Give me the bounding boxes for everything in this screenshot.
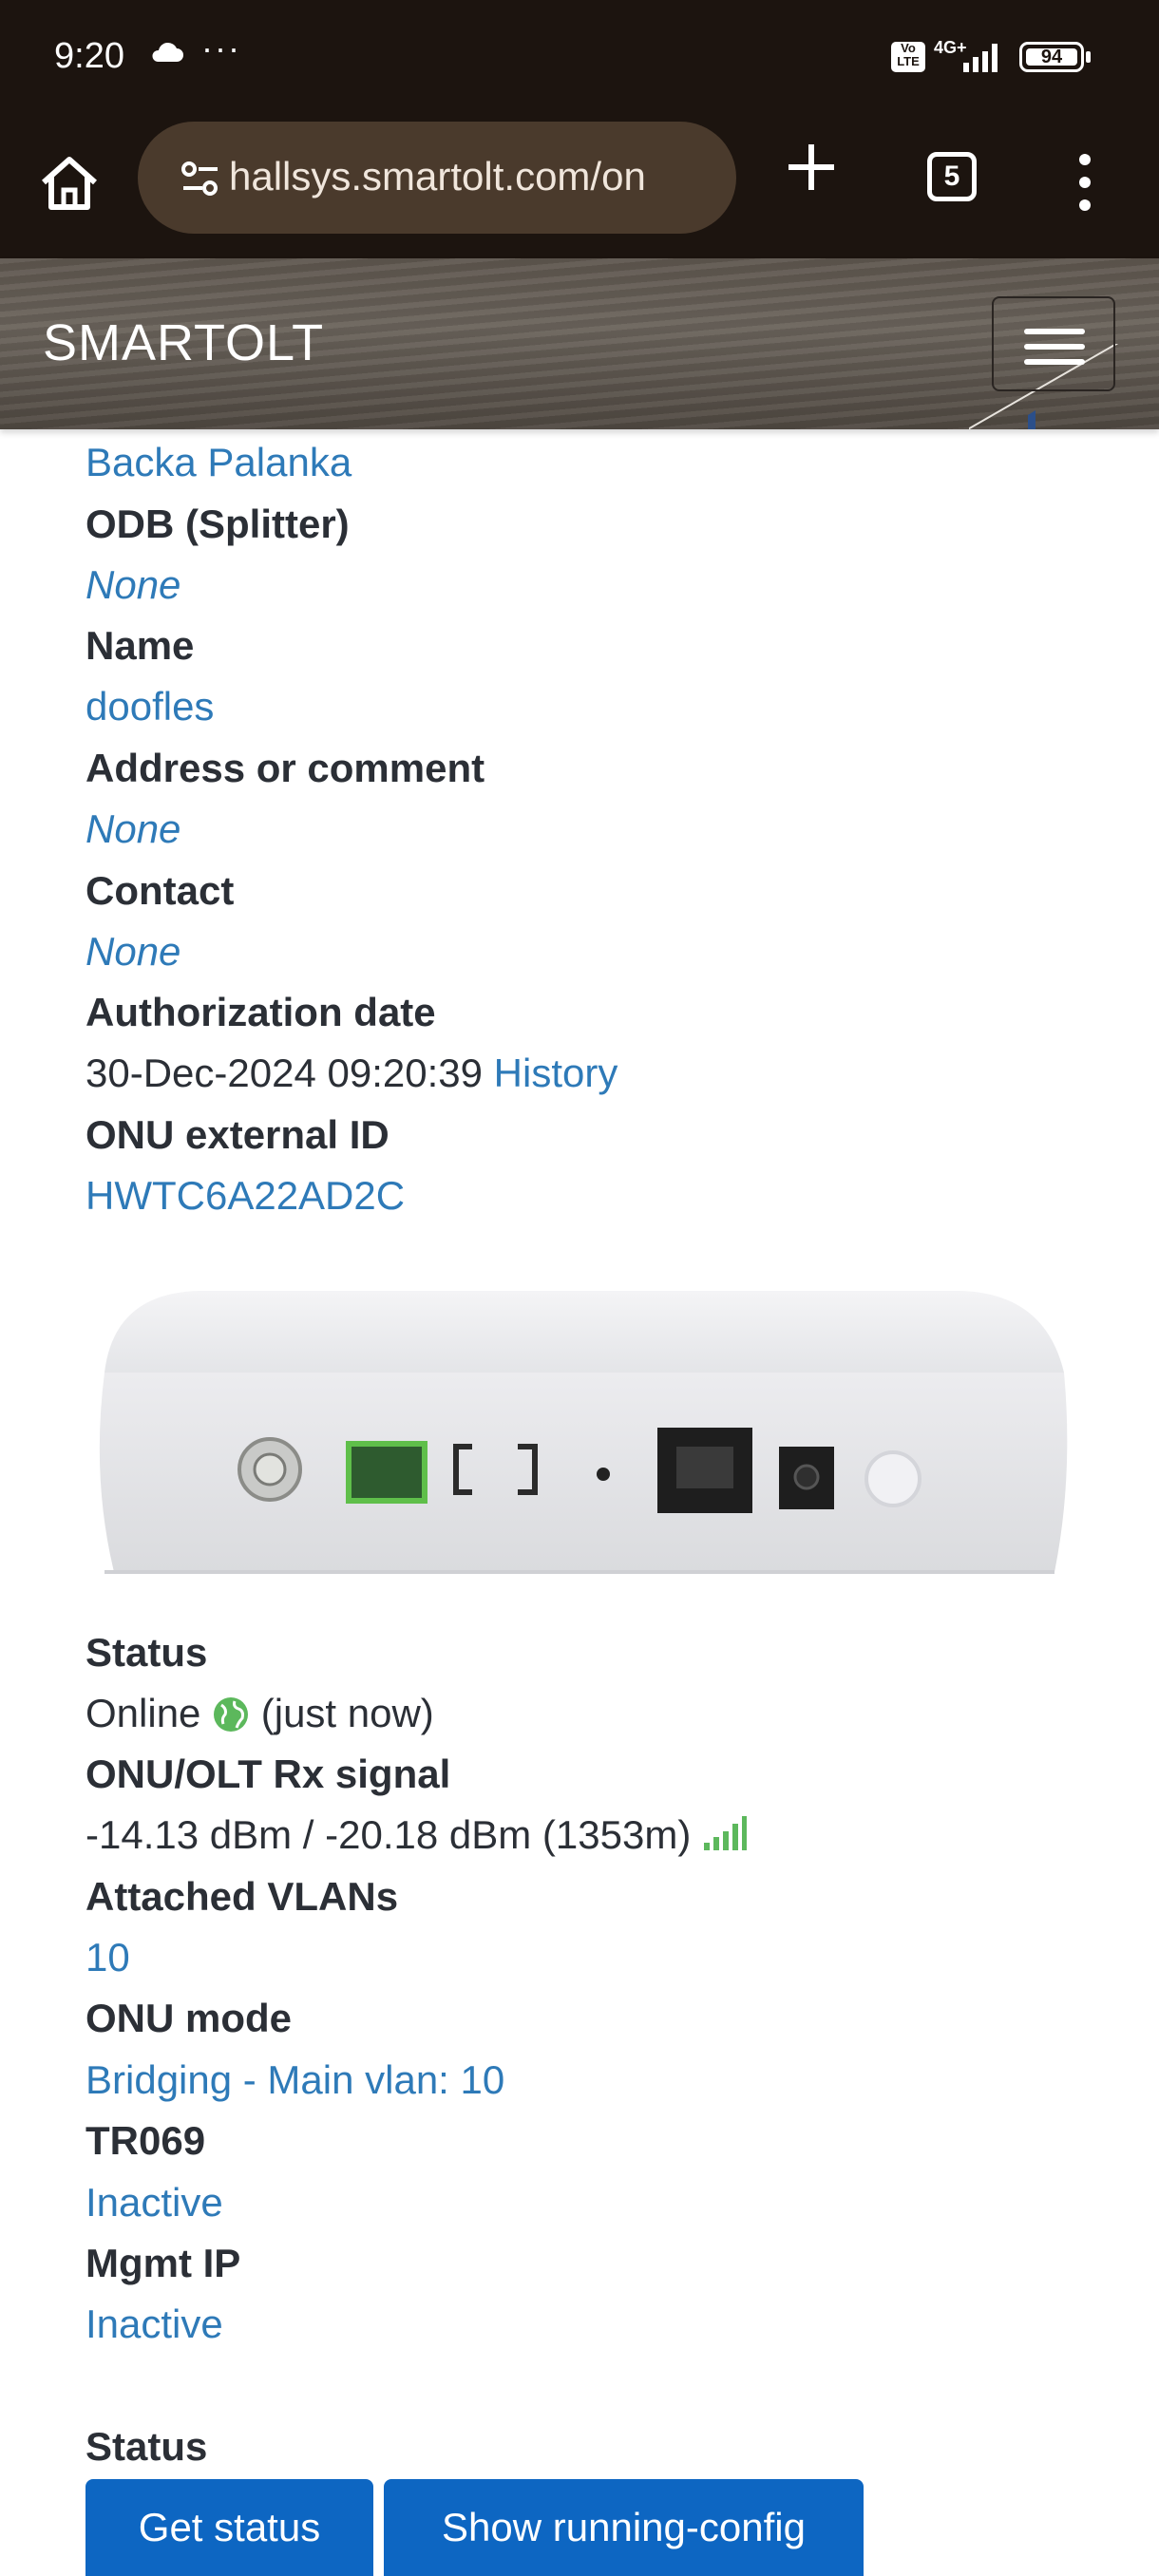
onu-device-image xyxy=(99,1291,1068,1574)
name-label: Name xyxy=(86,623,195,668)
odb-label: ODB (Splitter) xyxy=(86,502,350,546)
odb-value[interactable]: None xyxy=(86,562,180,608)
vlans-value[interactable]: 10 xyxy=(86,1935,130,1980)
tab-switcher-button[interactable]: 5 xyxy=(927,152,977,201)
battery-level: 94 xyxy=(1026,47,1077,66)
battery-icon: 94 xyxy=(1019,42,1084,72)
battery-tip xyxy=(1086,51,1091,63)
browser-toolbar: hallsys.smartolt.com/on 5 xyxy=(0,114,1159,258)
status-row: Online (just now) xyxy=(86,1691,434,1736)
auth-date-value: 30-Dec-2024 09:20:39 xyxy=(86,1051,483,1095)
signal-label: ONU/OLT Rx signal xyxy=(86,1752,451,1796)
menu-bar-bottom xyxy=(1024,359,1085,365)
home-icon[interactable] xyxy=(36,150,103,217)
site-settings-icon[interactable] xyxy=(180,158,221,199)
signal-icon xyxy=(963,44,998,72)
name-value[interactable]: doofles xyxy=(86,684,214,729)
contact-label: Contact xyxy=(86,868,235,913)
zone-value[interactable]: Backa Palanka xyxy=(86,440,352,485)
mgmt-label: Mgmt IP xyxy=(86,2241,241,2285)
tr069-label: TR069 xyxy=(86,2118,206,2163)
get-status-button[interactable]: Get status xyxy=(86,2479,373,2576)
more-notifications-icon: ··· xyxy=(201,28,241,67)
status-time: 9:20 xyxy=(54,36,124,76)
url-text[interactable]: hallsys.smartolt.com/on xyxy=(229,154,713,199)
brand-logo[interactable]: SMARTOLT xyxy=(43,313,324,372)
cloud-icon xyxy=(152,42,183,62)
volte-icon: Vo LTE xyxy=(891,42,925,72)
address-value[interactable]: None xyxy=(86,806,180,852)
menu-toggle-button[interactable] xyxy=(992,296,1115,391)
menu-bar-middle xyxy=(1024,344,1085,350)
auth-date-row: 30-Dec-2024 09:20:39 History xyxy=(86,1051,618,1096)
status-bar: 9:20 ··· Vo LTE 4G+ 94 xyxy=(0,0,1159,114)
new-tab-icon[interactable] xyxy=(785,141,838,194)
contact-value[interactable]: None xyxy=(86,929,180,975)
auth-date-label: Authorization date xyxy=(86,990,436,1034)
mode-label: ONU mode xyxy=(86,1996,293,2040)
external-id-value[interactable]: HWTC6A22AD2C xyxy=(86,1173,405,1219)
status-label: Status xyxy=(86,1630,208,1675)
globe-online-icon xyxy=(214,1697,249,1732)
vlans-label: Attached VLANs xyxy=(86,1874,399,1919)
address-bar[interactable]: hallsys.smartolt.com/on xyxy=(138,122,736,234)
address-label: Address or comment xyxy=(86,746,485,790)
show-running-config-button[interactable]: Show running-config xyxy=(384,2479,864,2576)
status-time: (just now) xyxy=(260,1691,434,1735)
status-value: Online xyxy=(86,1691,201,1735)
mgmt-value[interactable]: Inactive xyxy=(86,2301,223,2347)
actions-status-label: Status xyxy=(86,2424,208,2469)
tr069-value[interactable]: Inactive xyxy=(86,2180,223,2226)
signal-row: -14.13 dBm / -20.18 dBm (1353m) xyxy=(86,1812,748,1858)
site-navbar: SMARTOLT xyxy=(0,258,1159,429)
overflow-menu-icon[interactable] xyxy=(1074,152,1096,213)
mode-value[interactable]: Bridging - Main vlan: 10 xyxy=(86,2057,504,2103)
menu-bar-top xyxy=(1024,329,1085,334)
signal-value: -14.13 dBm / -20.18 dBm (1353m) xyxy=(86,1812,692,1857)
signal-strength-icon xyxy=(703,1816,747,1850)
history-link[interactable]: History xyxy=(494,1051,618,1095)
external-id-label: ONU external ID xyxy=(86,1112,390,1157)
